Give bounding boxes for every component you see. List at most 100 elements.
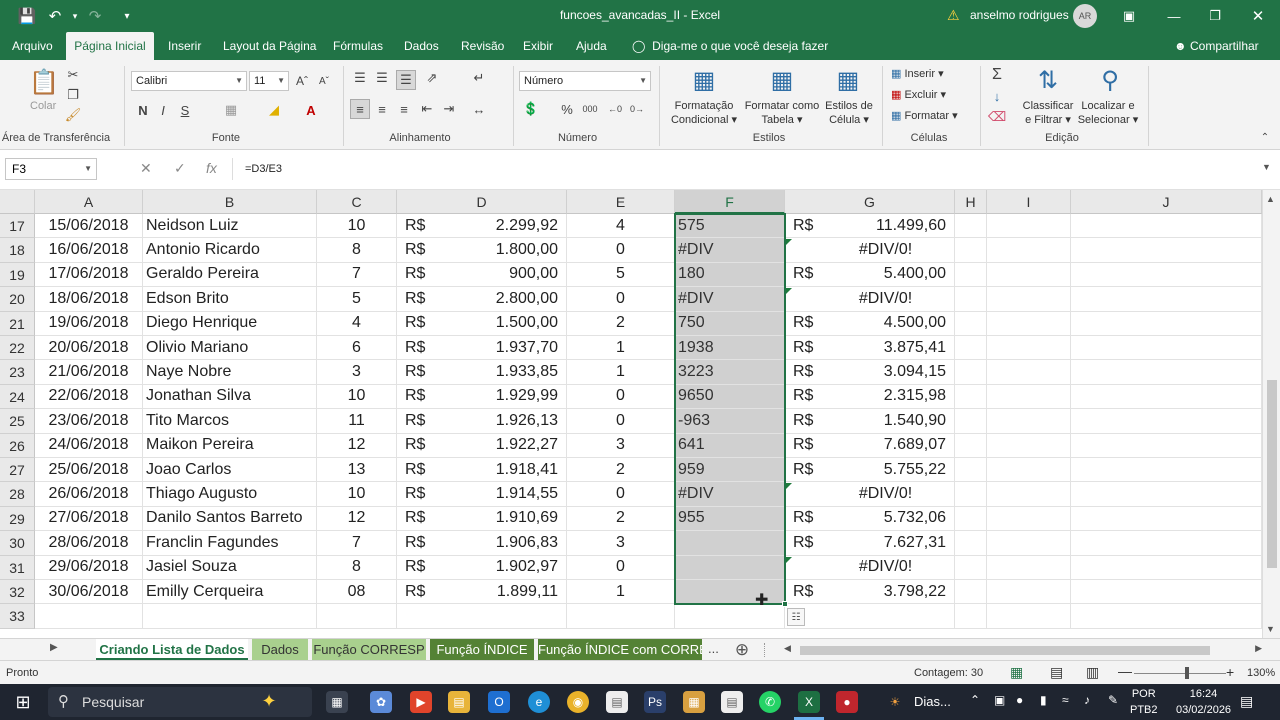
cell-styles-button[interactable]: Estilos de Célula ▾: [822, 99, 876, 127]
cell-j-21[interactable]: [1071, 311, 1262, 336]
align-bottom-icon[interactable]: ☰: [396, 70, 416, 90]
cell-f-20[interactable]: #DIV: [675, 287, 785, 312]
cell-c-23[interactable]: 3: [317, 360, 397, 385]
cell-b-32[interactable]: Emilly Cerqueira: [143, 580, 317, 605]
find-select-icon[interactable]: ⚲: [1094, 64, 1126, 96]
shrink-font-icon[interactable]: Aˇ: [316, 71, 332, 91]
cell-g-32[interactable]: R$ 3.798,22: [785, 580, 955, 605]
align-center-icon[interactable]: ≡: [374, 100, 390, 118]
tab-pagina-inicial[interactable]: Página Inicial: [66, 32, 154, 60]
column-header-h[interactable]: H: [955, 190, 987, 214]
cell-d-33[interactable]: [397, 604, 567, 629]
scroll-down-icon[interactable]: ▼: [1266, 624, 1275, 634]
zoom-out-icon[interactable]: —: [1118, 663, 1132, 679]
cell-e-30[interactable]: 3: [567, 531, 675, 556]
cell-g-17[interactable]: R$ 11.499,60: [785, 214, 955, 239]
cell-i-21[interactable]: [987, 311, 1071, 336]
row-header[interactable]: 17: [0, 214, 35, 239]
cell-j-31[interactable]: [1071, 555, 1262, 580]
cell-h-23[interactable]: [955, 360, 987, 385]
column-header-c[interactable]: C: [317, 190, 397, 214]
tray-chevron-icon[interactable]: ⌃: [970, 693, 980, 707]
column-header-e[interactable]: E: [567, 190, 675, 214]
app-red-icon[interactable]: ▶: [410, 691, 432, 713]
comma-style-icon[interactable]: 000: [580, 100, 600, 118]
cell-a-24[interactable]: 22/06/2018: [35, 384, 143, 410]
row-header[interactable]: 33: [0, 604, 35, 629]
cell-c-28[interactable]: 10: [317, 482, 397, 507]
column-header-g[interactable]: G: [785, 190, 955, 214]
formula-input[interactable]: =D3/E3: [232, 158, 1272, 180]
notifications-icon[interactable]: ▤: [1240, 693, 1253, 710]
row-header[interactable]: 32: [0, 580, 35, 605]
cell-a-17[interactable]: 15/06/2018: [35, 214, 143, 239]
cell-b-23[interactable]: Naye Nobre: [143, 360, 317, 385]
cell-h-17[interactable]: [955, 214, 987, 239]
cell-g-21[interactable]: R$ 4.500,00: [785, 311, 955, 336]
sheet-tab-funcao-indice-corresp[interactable]: Função ÍNDICE com CORRE: [538, 639, 702, 661]
cell-h-26[interactable]: [955, 433, 987, 458]
cell-b-33[interactable]: [143, 604, 317, 629]
tab-inserir[interactable]: Inserir: [162, 32, 207, 60]
cell-d-32[interactable]: R$ 1.899,11: [397, 580, 567, 605]
enter-icon[interactable]: ✓: [174, 160, 186, 177]
cell-e-33[interactable]: [567, 604, 675, 629]
find-select-button[interactable]: Localizar e Selecionar ▾: [1076, 99, 1140, 127]
cell-c-17[interactable]: 10: [317, 214, 397, 239]
insert-cells-button[interactable]: ▦ Inserir ▾: [891, 67, 944, 80]
avatar[interactable]: AR: [1073, 4, 1097, 28]
conditional-formatting-icon[interactable]: ▦: [688, 64, 720, 96]
scroll-left-icon[interactable]: ◀: [784, 643, 791, 654]
cell-i-31[interactable]: [987, 555, 1071, 580]
cell-f-21[interactable]: 750: [675, 311, 785, 336]
cell-d-18[interactable]: R$ 1.800,00: [397, 238, 567, 263]
cell-i-18[interactable]: [987, 238, 1071, 263]
cell-h-30[interactable]: [955, 531, 987, 556]
cell-e-24[interactable]: 0: [567, 384, 675, 410]
excel-taskbar-icon[interactable]: X: [798, 691, 820, 713]
whatsapp-icon[interactable]: ✆: [759, 691, 781, 713]
normal-view-icon[interactable]: ▦: [1010, 664, 1023, 681]
insert-function-icon[interactable]: fx: [206, 160, 217, 176]
cell-a-30[interactable]: 28/06/2018: [35, 531, 143, 556]
cell-a-33[interactable]: [35, 604, 143, 629]
cell-c-31[interactable]: 8: [317, 555, 397, 580]
cell-a-32[interactable]: 30/06/2018: [35, 580, 143, 605]
cell-f-25[interactable]: -963: [675, 409, 785, 434]
cell-c-32[interactable]: 08: [317, 580, 397, 605]
clock[interactable]: 16:24 03/02/2026: [1176, 686, 1231, 718]
row-header[interactable]: 25: [0, 409, 35, 434]
cell-h-22[interactable]: [955, 336, 987, 361]
cell-e-17[interactable]: 4: [567, 214, 675, 239]
cell-d-17[interactable]: R$ 2.299,92: [397, 214, 567, 239]
merge-center-icon[interactable]: ↔: [470, 100, 488, 118]
chrome-icon[interactable]: ◉: [567, 691, 589, 713]
cell-d-20[interactable]: R$ 2.800,00: [397, 287, 567, 312]
increase-indent-icon[interactable]: ⇥: [440, 100, 458, 118]
cut-icon[interactable]: ✂: [64, 66, 82, 84]
cell-g-25[interactable]: R$ 1.540,90: [785, 409, 955, 434]
wifi-icon[interactable]: ≈: [1062, 693, 1069, 707]
maximize-icon[interactable]: ❐: [1201, 4, 1229, 28]
zoom-slider-track[interactable]: [1134, 673, 1226, 674]
conditional-formatting-button[interactable]: Formatação Condicional ▾: [666, 99, 742, 127]
tell-me-search[interactable]: ◯ Diga-me o que você deseja fazer: [632, 32, 828, 60]
cell-a-20[interactable]: 18/06/2018: [35, 287, 143, 312]
cell-c-26[interactable]: 12: [317, 433, 397, 458]
copilot-icon[interactable]: ✿: [370, 691, 392, 713]
cell-g-27[interactable]: R$ 5.755,22: [785, 458, 955, 483]
cell-c-24[interactable]: 10: [317, 384, 397, 410]
ribbon-display-icon[interactable]: ▣: [1115, 4, 1143, 28]
cell-f-22[interactable]: 1938: [675, 336, 785, 361]
column-header-i[interactable]: I: [987, 190, 1071, 214]
row-header[interactable]: 19: [0, 262, 35, 288]
scroll-up-icon[interactable]: ▲: [1266, 194, 1275, 204]
cell-d-31[interactable]: R$ 1.902,97: [397, 555, 567, 580]
outlook-icon[interactable]: O: [488, 691, 510, 713]
cell-g-31[interactable]: #DIV/0!: [785, 555, 955, 580]
delete-cells-button[interactable]: ▦ Excluir ▾: [891, 88, 946, 101]
column-header-j[interactable]: J: [1071, 190, 1262, 214]
share-button[interactable]: ☻ Compartilhar: [1174, 32, 1259, 60]
pen-icon[interactable]: ✎: [1108, 693, 1118, 707]
align-left-icon[interactable]: ≡: [350, 99, 370, 119]
